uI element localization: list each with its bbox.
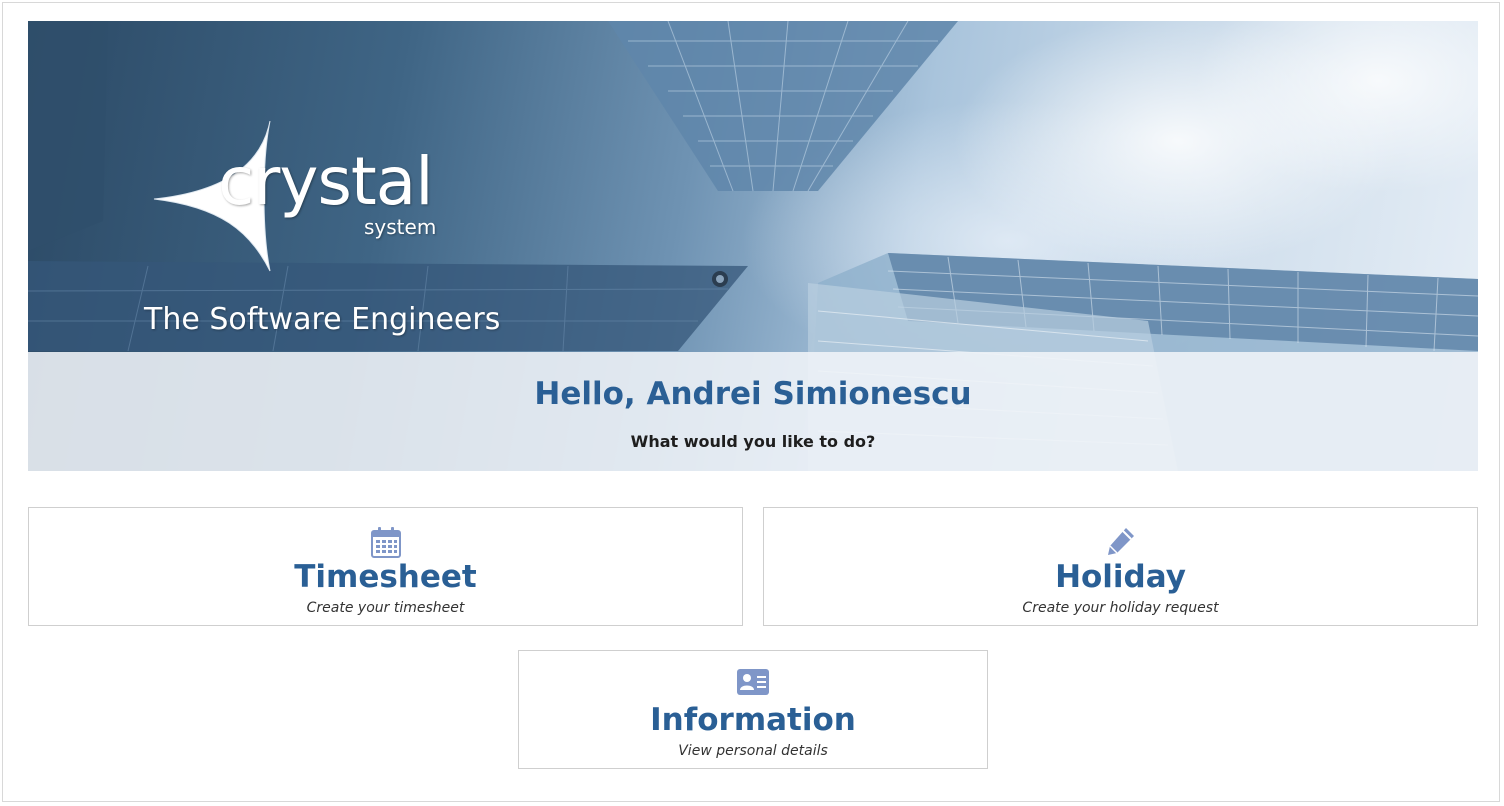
holiday-subtitle: Create your holiday request xyxy=(1022,600,1219,616)
information-subtitle: View personal details xyxy=(678,743,828,759)
pencil-icon xyxy=(1106,526,1136,561)
calendar-icon xyxy=(370,526,401,563)
timesheet-title: Timesheet xyxy=(294,559,477,595)
timesheet-subtitle: Create your timesheet xyxy=(306,600,465,616)
greeting-heading: Hello, Andrei Simionescu xyxy=(534,376,972,412)
welcome-band: Hello, Andrei Simionescu What would you … xyxy=(28,352,1478,471)
tagline: The Software Engineers xyxy=(144,302,501,337)
id-card-icon xyxy=(737,669,769,700)
information-card[interactable]: Information View personal details xyxy=(518,650,988,769)
timesheet-card[interactable]: Timesheet Create your timesheet xyxy=(28,507,743,626)
holiday-title: Holiday xyxy=(1055,559,1186,595)
information-title: Information xyxy=(650,702,856,738)
action-prompt: What would you like to do? xyxy=(630,432,876,451)
logo-wordmark: crystal xyxy=(218,143,434,220)
logo-subtext: system xyxy=(364,215,437,239)
holiday-card[interactable]: Holiday Create your holiday request xyxy=(763,507,1478,626)
